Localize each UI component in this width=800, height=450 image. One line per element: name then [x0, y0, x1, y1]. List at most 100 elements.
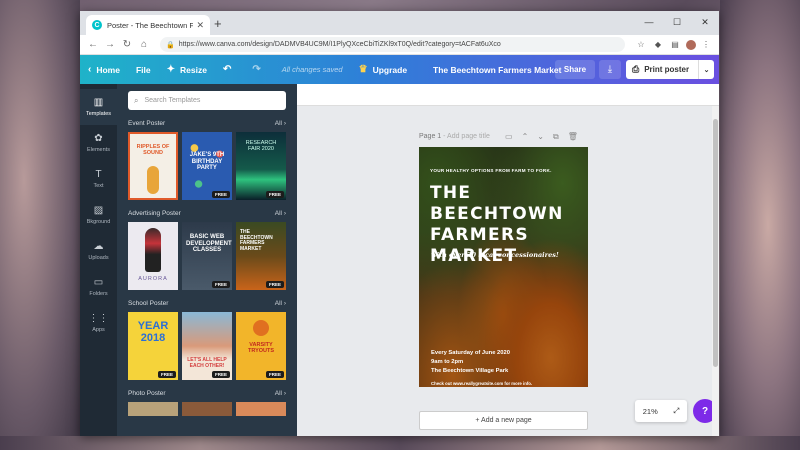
thumb-title: YEAR 2018 [137, 320, 169, 344]
share-button[interactable]: Share [555, 60, 595, 79]
free-badge: FREE [211, 191, 230, 198]
bookmark-star-icon[interactable]: ☆ [634, 40, 648, 49]
template-thumb[interactable]: YEAR 2018 FREE [128, 312, 178, 380]
poster-date: Every Saturday of June 2020 [431, 350, 510, 356]
section-school-poster: School Poster All › [128, 300, 286, 307]
close-window-icon[interactable]: ✕ [691, 11, 719, 33]
model-figure [145, 228, 161, 272]
add-page-button[interactable]: + Add a new page [419, 411, 588, 430]
free-badge: FREE [265, 191, 284, 198]
new-tab-icon[interactable]: + [214, 16, 222, 31]
template-thumb[interactable] [236, 402, 286, 416]
browser-window: C Poster - The Beechtown Farmers ✕ + — ☐… [80, 11, 719, 436]
editor-header: ‹ Home File ✦ Resize ↶ ↷ All changes saved… [80, 55, 719, 84]
tab-strip: C Poster - The Beechtown Farmers ✕ + — ☐… [80, 11, 719, 35]
thumb-title: BASIC WEB DEVELOPMENT CLASSES [186, 234, 232, 254]
file-button[interactable]: File [128, 55, 159, 84]
page-title-input[interactable]: - Add page title [443, 133, 490, 140]
url-input[interactable]: 🔒 https://www.canva.com/design/DADMVB4UC… [160, 37, 625, 52]
see-all-link[interactable]: All › [275, 390, 286, 397]
duplicate-icon[interactable]: ⧉ [553, 132, 559, 142]
back-icon[interactable]: ← [86, 39, 100, 50]
chevron-left-icon: ‹ [88, 64, 92, 75]
rail-elements[interactable]: ✿ Elements [80, 125, 117, 161]
thumb-title: LET'S ALL HELP EACH OTHER! [187, 357, 227, 369]
browser-tab[interactable]: C Poster - The Beechtown Farmers ✕ [86, 15, 210, 35]
tab-title: Poster - The Beechtown Farmers [107, 20, 194, 30]
download-button[interactable]: ⤓ [599, 60, 621, 79]
chevron-down-icon[interactable]: ⌄ [537, 132, 544, 142]
template-thumb[interactable]: RIPPLES OF SOUND [128, 132, 178, 200]
template-thumb[interactable]: JAKE'S 9TH BIRTHDAY PARTY FREE [182, 132, 232, 200]
zoom-control[interactable]: 21% ⤢ [635, 400, 687, 422]
avatar[interactable] [686, 39, 696, 50]
see-all-link[interactable]: All › [275, 120, 286, 127]
poster-canvas[interactable]: YOUR HEALTHY OPTIONS FROM FARM TO FORK. … [419, 147, 588, 387]
rail-uploads[interactable]: ☁ Uploads [80, 233, 117, 269]
upgrade-button[interactable]: ♛ Upgrade [351, 55, 415, 84]
template-thumb[interactable] [128, 402, 178, 416]
template-thumb[interactable]: RESEARCH FAIR 2020 FREE [236, 132, 286, 200]
poster-tagline[interactable]: YOUR HEALTHY OPTIONS FROM FARM TO FORK. [430, 168, 552, 173]
template-thumb[interactable]: VARSITY TRYOUTS FREE [236, 312, 286, 380]
thumb-title: VARSITY TRYOUTS [247, 342, 275, 355]
home-label: Home [96, 64, 120, 75]
comment-icon[interactable]: ▭ [505, 132, 513, 142]
minimize-icon[interactable]: — [635, 11, 663, 33]
chevron-down-icon[interactable]: ⌄ [698, 60, 714, 79]
trash-icon[interactable]: 🗑 [568, 132, 578, 142]
saxophone-art [147, 166, 159, 194]
template-thumb[interactable]: BASIC WEB DEVELOPMENT CLASSES FREE [182, 222, 232, 290]
redo-icon: ↷ [252, 64, 261, 75]
section-event-poster: Event Poster All › [128, 120, 286, 127]
poster-website[interactable]: Check out www.reallygreatsite.com for mo… [431, 381, 532, 386]
expand-icon[interactable]: ⤢ [673, 406, 679, 416]
maximize-icon[interactable]: ☐ [663, 11, 691, 33]
wallpaper-left [0, 0, 80, 450]
forward-icon[interactable]: → [103, 39, 117, 50]
editor-toolbar [297, 84, 719, 106]
extension-icon[interactable]: ◆ [651, 40, 665, 49]
sparkle-icon: ✦ [166, 64, 176, 75]
rail-background[interactable]: ▨ Bkground [80, 197, 117, 233]
poster-title-line: FARMERS [430, 225, 529, 245]
see-all-label: All [274, 300, 283, 307]
poster-event-details[interactable]: Every Saturday of June 2020 9am to 2pm T… [431, 349, 510, 376]
rail-apps[interactable]: ⋮⋮ Apps [80, 305, 117, 341]
resize-button[interactable]: ✦ Resize [159, 55, 215, 84]
free-badge: FREE [211, 371, 230, 378]
free-badge: FREE [157, 371, 176, 378]
search-input[interactable]: ⌕ Search Templates [128, 91, 286, 110]
rail-templates[interactable]: ▥ Templates [80, 89, 117, 125]
home-button[interactable]: ‹ Home [80, 55, 128, 84]
section-photo-poster: Photo Poster All › [128, 390, 286, 397]
reload-icon[interactable]: ↻ [120, 39, 134, 50]
print-poster-button[interactable]: ⎙ Print poster ⌄ [626, 60, 714, 79]
redo-button[interactable]: ↷ [244, 55, 273, 84]
search-placeholder: Search Templates [144, 97, 201, 104]
scrollbar-thumb[interactable] [713, 119, 718, 367]
template-thumb[interactable]: THE BEECHTOWN FARMERS MARKET FREE [236, 222, 286, 290]
section-title: School Poster [128, 300, 169, 307]
chevron-up-icon[interactable]: ⌃ [522, 132, 529, 142]
see-all-label: All [274, 390, 283, 397]
url-text: https://www.canva.com/design/DADMVB4UC9M… [178, 41, 501, 48]
print-label: Print poster [644, 65, 690, 74]
template-thumb[interactable]: LET'S ALL HELP EACH OTHER! FREE [182, 312, 232, 380]
template-thumb[interactable]: AURORA [128, 222, 178, 290]
see-all-link[interactable]: All › [275, 210, 286, 217]
thumb-title: RIPPLES OF SOUND [136, 144, 170, 157]
close-tab-icon[interactable]: ✕ [196, 20, 204, 31]
template-thumb[interactable] [182, 402, 232, 416]
home-icon[interactable]: ⌂ [137, 39, 151, 50]
design-title[interactable]: The Beechtown Farmers Market [433, 65, 561, 75]
poster-script-text[interactable]: with over 30 local concessionaires! [431, 251, 559, 259]
rail-label: Elements [87, 147, 110, 153]
undo-button[interactable]: ↶ [215, 55, 244, 84]
see-all-link[interactable]: All › [275, 300, 286, 307]
resize-label: Resize [180, 64, 207, 75]
rail-text[interactable]: T Text [80, 161, 117, 197]
extension-2-icon[interactable]: ▤ [668, 40, 682, 49]
rail-folders[interactable]: ▭ Folders [80, 269, 117, 305]
menu-dots-icon[interactable]: ⋮ [699, 40, 713, 49]
